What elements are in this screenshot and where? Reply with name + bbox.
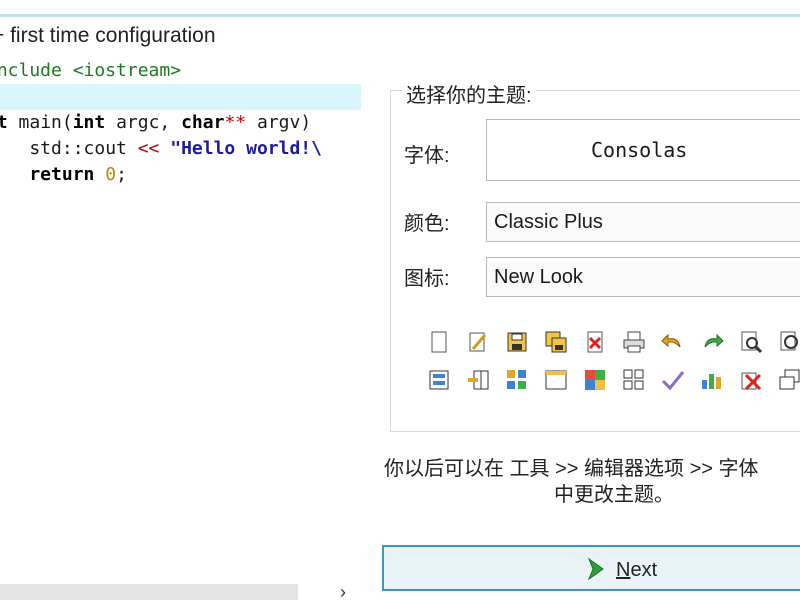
find-icon — [736, 327, 765, 356]
edit-file-icon — [463, 327, 492, 356]
code-line: return 0; — [0, 162, 366, 188]
find-next-icon — [775, 327, 800, 356]
code-token: std::cout — [0, 138, 138, 159]
code-preview: include <iostream> nt main(int argc, cha… — [0, 58, 366, 188]
icon-preview-row — [424, 365, 800, 394]
icon-set-value: New Look — [494, 266, 583, 288]
theme-groupbox-title: 选择你的主题: — [402, 79, 536, 108]
code-token: include <iostream> — [0, 60, 182, 81]
code-token: ; — [116, 164, 127, 185]
font-value: Consolas — [591, 138, 688, 162]
current-line-highlight — [0, 84, 361, 110]
color-scheme-value: Classic Plus — [494, 211, 603, 233]
code-token: int — [72, 112, 106, 133]
code-token: argv) — [246, 112, 312, 133]
font-selector[interactable]: Consolas — [486, 119, 800, 181]
page-title: + first time configuration — [0, 24, 216, 47]
next-mnemonic: N — [616, 559, 631, 581]
color-label: 颜色: — [404, 213, 450, 235]
next-button-label: Next — [616, 559, 657, 582]
redo-icon — [697, 327, 726, 356]
code-token: char — [181, 112, 225, 133]
horizontal-scrollbar[interactable] — [0, 584, 298, 600]
code-token: nt — [0, 112, 8, 133]
split-left-icon — [463, 365, 492, 394]
print-icon — [619, 327, 648, 356]
save-all-icon — [541, 327, 570, 356]
save-icon — [502, 327, 531, 356]
code-line-highlighted — [0, 84, 366, 110]
hint-text: 你以后可以在 工具 >> 编辑器选项 >> 字体 中更改主题。 — [384, 456, 800, 508]
code-token: argc, — [105, 112, 182, 133]
code-token: return — [29, 164, 95, 185]
close-all-icon — [736, 365, 765, 394]
icon-set-dropdown[interactable]: New Look — [486, 257, 800, 297]
code-line: std::cout << "Hello world!\ — [0, 136, 366, 162]
code-line: nt main(int argc, char** argv) — [0, 110, 366, 136]
restore-icon — [775, 365, 800, 394]
next-label-rest: ext — [630, 559, 658, 581]
color-scheme-dropdown[interactable]: Classic Plus — [486, 202, 800, 242]
code-token: 0 — [105, 164, 117, 185]
next-button[interactable]: Next — [382, 545, 800, 591]
icon-preview-row — [424, 327, 800, 356]
fold-marker — [0, 196, 3, 204]
code-token: main( — [7, 112, 73, 133]
code-token: << — [137, 138, 160, 159]
next-arrow-icon — [583, 556, 609, 587]
new-file-icon — [424, 327, 453, 356]
close-file-icon — [580, 327, 609, 356]
window-icon — [541, 365, 570, 394]
windows-icon — [580, 365, 609, 394]
hint-line-2: 中更改主题。 — [554, 484, 674, 506]
code-line: include <iostream> — [0, 58, 366, 84]
grid-icon — [619, 365, 648, 394]
window-top-border — [0, 0, 800, 17]
chart-icon — [697, 365, 726, 394]
icon-label: 图标: — [404, 268, 450, 290]
code-token: "Hello world!\ — [159, 138, 322, 159]
check-icon — [658, 365, 687, 394]
grid-color-icon — [502, 365, 531, 394]
code-token: ** — [224, 112, 247, 133]
layout-icon — [424, 365, 453, 394]
undo-icon — [658, 327, 687, 356]
hint-line-1: 你以后可以在 工具 >> 编辑器选项 >> 字体 — [384, 458, 759, 480]
font-label: 字体: — [404, 145, 450, 167]
